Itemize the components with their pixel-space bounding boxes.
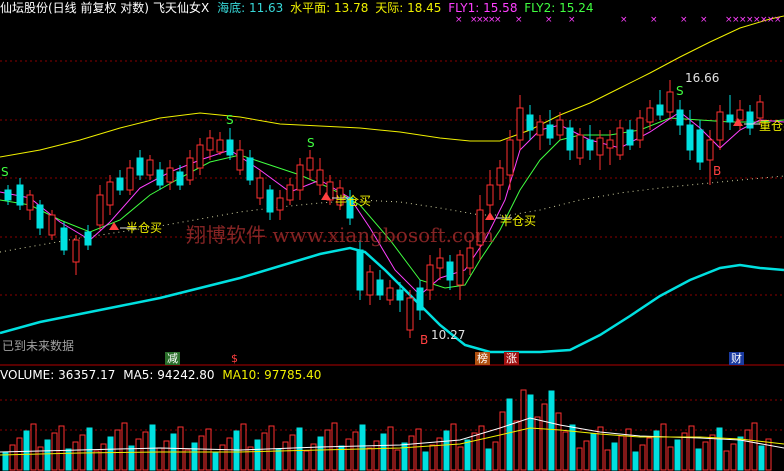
- buy-label-2: 半仓买: [335, 194, 371, 208]
- indicator-fly1: FLY1: 15.58: [448, 1, 518, 15]
- volume-ma10: MA10: 97785.40: [222, 368, 322, 382]
- buy-signal: B: [420, 333, 428, 347]
- tag-rank[interactable]: 榜: [475, 352, 490, 365]
- fly2-line-path: [0, 117, 784, 289]
- sell-signal: S: [676, 84, 684, 98]
- sell-signal: S: [226, 113, 234, 127]
- svg-text:×: ×: [774, 15, 782, 25]
- sky-line-path: [0, 15, 784, 158]
- svg-text:×: ×: [700, 15, 708, 25]
- volume-header: VOLUME: 36357.17 MA5: 94242.80 MA10: 977…: [0, 368, 321, 382]
- sell-signal: S: [1, 165, 9, 179]
- volume-ma5: MA5: 94242.80: [123, 368, 215, 382]
- volume-value: VOLUME: 36357.17: [0, 368, 116, 382]
- svg-text:×: ×: [494, 15, 502, 25]
- candlesticks: [4, 80, 764, 338]
- indicator-horizon: 水平面: 13.78: [290, 1, 369, 15]
- svg-text:×: ×: [680, 15, 688, 25]
- tag-rise[interactable]: 涨: [504, 352, 519, 365]
- fly2-line: [0, 117, 784, 289]
- svg-text:×: ×: [568, 15, 576, 25]
- svg-text:×: ×: [455, 15, 463, 25]
- watermark: 翔博软件 www.xiangbosoft.com: [186, 223, 494, 247]
- tag-finance[interactable]: 财: [729, 352, 744, 365]
- buy-label-1: 半仓买: [126, 221, 162, 235]
- low-price-label: 10.27: [431, 328, 465, 342]
- indicator-sky: 天际: 18.45: [375, 1, 442, 15]
- future-data-note: 已到未来数据: [2, 338, 74, 353]
- fly1-line: [0, 111, 784, 296]
- indicator-name: 飞天仙女X: [153, 1, 210, 15]
- buy-label-heavy: 重仓买: [759, 119, 784, 133]
- tag-reduce[interactable]: 减: [165, 352, 180, 365]
- sell-signal: S: [307, 136, 315, 150]
- buy-signal: B: [713, 164, 721, 178]
- svg-text:×: ×: [515, 15, 523, 25]
- tag-dollar[interactable]: $: [229, 352, 240, 365]
- svg-text:×: ×: [545, 15, 553, 25]
- svg-text:×: ×: [620, 15, 628, 25]
- indicator-fly2: FLY2: 15.24: [524, 1, 594, 15]
- sky-line: [0, 15, 784, 158]
- price-chart[interactable]: ×××××× × × × × × × × × × × × × × × × 翔博软件 www.xiangboso…: [0, 0, 784, 471]
- high-price-label: 16.66: [685, 71, 719, 85]
- svg-text:×: ×: [650, 15, 658, 25]
- indicator-sea-floor: 海底: 11.63: [217, 1, 284, 15]
- fly1-line-path: [0, 111, 784, 296]
- buy-label-3: 半仓买: [500, 214, 536, 228]
- chart-header: 仙坛股份(日线 前复权 对数) 飞天仙女X 海底: 11.63 水平面: 13.7…: [0, 1, 593, 15]
- chart-title: 仙坛股份(日线 前复权 对数): [0, 1, 149, 15]
